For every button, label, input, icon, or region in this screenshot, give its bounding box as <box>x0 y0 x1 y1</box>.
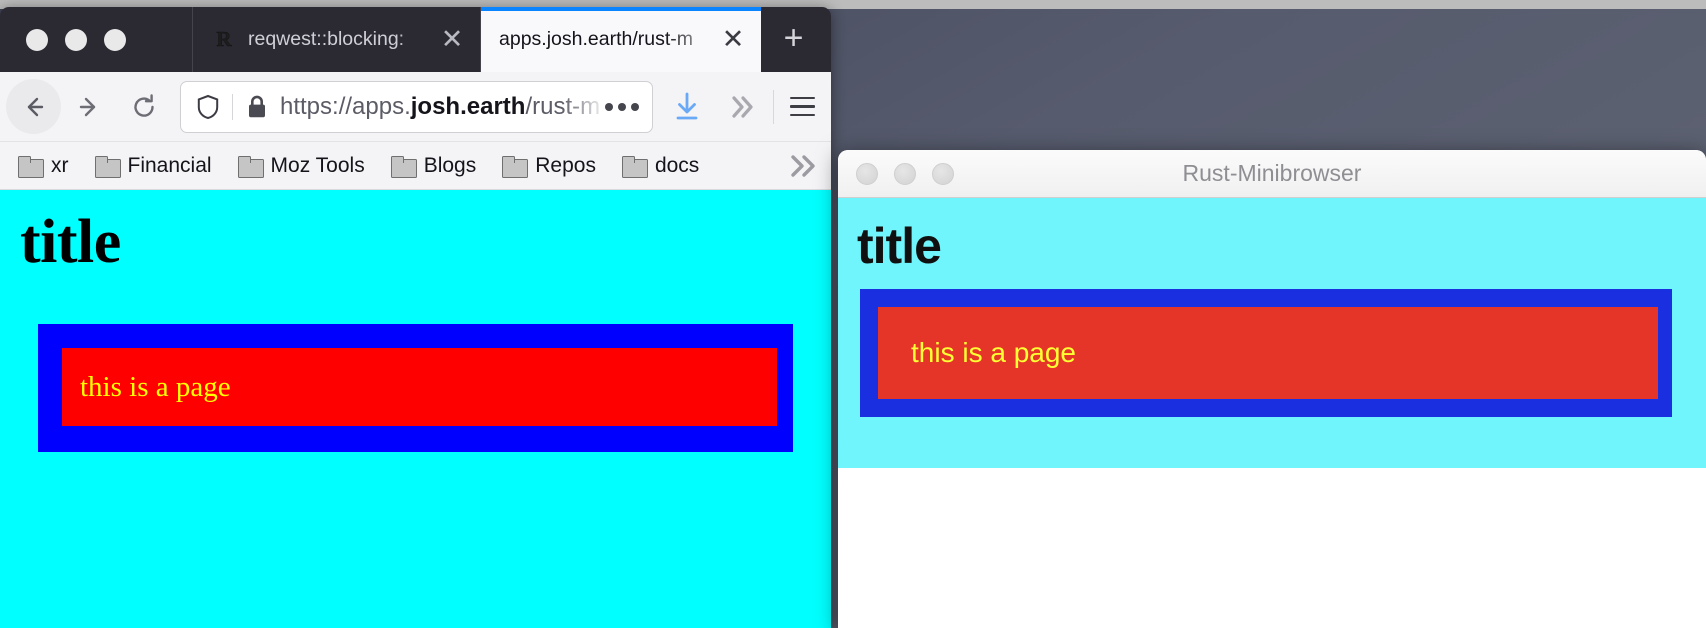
url-path: /rust-m <box>525 92 601 120</box>
bookmark-blogs[interactable]: Blogs <box>390 153 477 178</box>
folder-icon <box>502 155 529 178</box>
bookmark-label: Financial <box>127 153 212 177</box>
tab-title: apps.josh.earth/rust-m <box>499 28 694 50</box>
folder-icon <box>237 155 264 178</box>
outer-blue-box: this is a page <box>860 288 1672 417</box>
back-button[interactable] <box>6 79 61 134</box>
back-arrow-icon <box>27 97 43 116</box>
minimize-window-icon[interactable] <box>894 162 916 185</box>
zoom-window-icon[interactable] <box>932 162 954 185</box>
inner-red-box: this is a page <box>878 306 1658 399</box>
firefox-tab-bar: R reqwest::blocking: ✕ apps.josh.earth/r… <box>0 7 831 72</box>
bookmark-label: Repos <box>535 153 596 177</box>
shield-icon[interactable] <box>193 94 223 120</box>
close-tab-icon[interactable]: ✕ <box>437 25 467 55</box>
bookmark-label: xr <box>51 153 69 177</box>
reload-button[interactable] <box>116 79 171 134</box>
rust-favicon-icon: R <box>216 27 232 51</box>
application-menu-button[interactable] <box>779 84 825 130</box>
page-title: title <box>857 218 942 274</box>
minimize-window-icon[interactable] <box>65 28 87 51</box>
firefox-page-viewport: title this is a page <box>0 190 831 628</box>
tab-reqwest-blocking[interactable]: R reqwest::blocking: ✕ <box>193 7 481 72</box>
chevron-double-right-icon <box>732 95 753 118</box>
close-window-icon[interactable] <box>26 28 48 51</box>
downloads-button[interactable] <box>660 90 714 124</box>
toolbar-divider <box>773 89 774 124</box>
lock-icon[interactable] <box>244 94 270 120</box>
menu-line <box>789 96 815 100</box>
rust-minibrowser-window: Rust-Minibrowser title this is a page <box>838 150 1706 628</box>
outer-blue-box: this is a page <box>38 324 793 453</box>
tab-apps-josh-earth[interactable]: apps.josh.earth/rust-m ✕ <box>481 7 761 72</box>
bookmarks-toolbar: xr Financial Moz Tools Blogs Repos docs <box>0 142 831 190</box>
page-title: title <box>20 208 121 276</box>
rust-window-controls[interactable] <box>838 162 954 185</box>
bookmark-xr[interactable]: xr <box>18 154 69 178</box>
bookmark-label: Moz Tools <box>270 153 365 177</box>
url-domain: josh.earth <box>410 92 526 120</box>
reload-icon <box>133 93 154 117</box>
new-tab-button[interactable]: + <box>761 7 826 72</box>
folder-icon <box>390 155 417 178</box>
bookmark-repos[interactable]: Repos <box>502 154 596 178</box>
bookmark-moz-tools[interactable]: Moz Tools <box>237 153 365 178</box>
bookmark-financial[interactable]: Financial <box>94 153 212 178</box>
bookmarks-overflow-button[interactable] <box>785 142 819 189</box>
download-icon <box>676 92 698 119</box>
url-text: https://apps.josh.earth/rust-m <box>270 93 602 121</box>
close-window-icon[interactable] <box>856 162 878 185</box>
dot <box>605 102 613 111</box>
forward-arrow-icon <box>79 97 95 116</box>
bookmark-docs[interactable]: docs <box>621 153 700 178</box>
dot <box>631 102 639 111</box>
menu-line <box>789 105 815 108</box>
close-tab-icon[interactable]: ✕ <box>718 25 748 55</box>
tab-title: reqwest::blocking: <box>248 28 405 50</box>
folder-icon <box>94 155 121 178</box>
desktop-background: R reqwest::blocking: ✕ apps.josh.earth/r… <box>0 0 1706 628</box>
folder-icon <box>18 155 44 178</box>
page-body-text: this is a page <box>911 336 1076 368</box>
bookmark-label: docs <box>654 153 700 177</box>
page-body-text: this is a page <box>80 370 231 403</box>
toolbar-overflow-button[interactable] <box>714 92 768 122</box>
rendered-page-canvas: title this is a page <box>838 198 1706 468</box>
firefox-browser-window: R reqwest::blocking: ✕ apps.josh.earth/r… <box>0 7 831 628</box>
menu-line <box>789 113 815 117</box>
rust-minibrowser-titlebar: Rust-Minibrowser <box>838 150 1706 198</box>
urlbar-divider <box>232 93 233 120</box>
firefox-navigation-toolbar: https://apps.josh.earth/rust-m <box>0 72 831 142</box>
chevron-double-right-icon <box>791 154 815 177</box>
rust-minibrowser-viewport: title this is a page <box>838 198 1706 628</box>
zoom-window-icon[interactable] <box>104 28 126 51</box>
bookmark-label: Blogs <box>423 153 477 177</box>
url-scheme: https://apps. <box>280 92 411 120</box>
firefox-window-controls[interactable] <box>0 7 193 72</box>
dot <box>618 102 626 111</box>
inner-red-box: this is a page <box>62 348 777 427</box>
folder-icon <box>621 155 648 178</box>
page-actions-button[interactable] <box>602 102 642 111</box>
window-title: Rust-Minibrowser <box>1182 160 1362 186</box>
forward-button[interactable] <box>61 79 116 134</box>
url-address-bar[interactable]: https://apps.josh.earth/rust-m <box>180 80 653 133</box>
